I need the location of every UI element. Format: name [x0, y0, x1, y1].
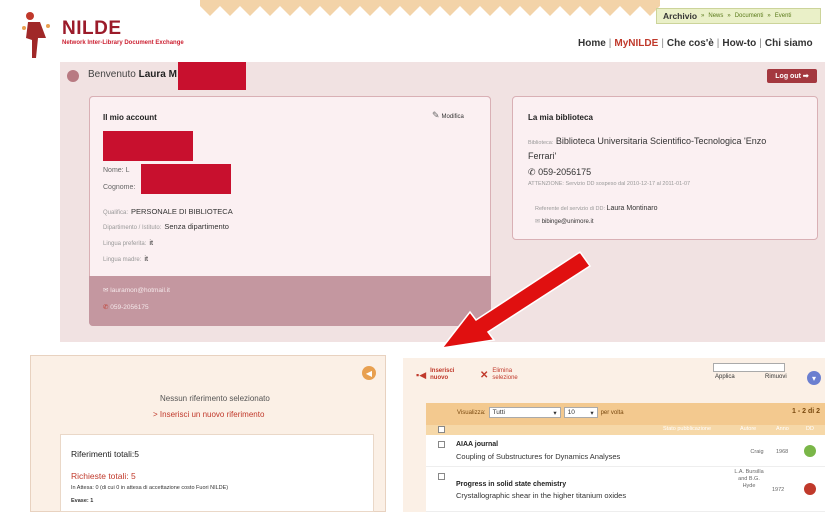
welcome-text: Benvenuto Laura M: [88, 69, 177, 80]
edit-pencil-icon: ✎: [432, 110, 440, 120]
delete-selection-button[interactable]: ✕ Elimina selezione: [480, 368, 518, 382]
table-row[interactable]: AIAA journal Coupling of Substructures f…: [426, 435, 825, 467]
apply-button[interactable]: Applica: [715, 374, 735, 380]
completed-requests: Evase: 1: [71, 498, 94, 504]
totals-box: Riferimenti totali:5 Richieste totali: 5…: [60, 434, 374, 512]
table-row[interactable]: Progress in solid state chemistry Crysta…: [426, 467, 825, 512]
redaction-block: [178, 62, 246, 90]
col-anno[interactable]: Anno: [776, 426, 789, 432]
account-title: Il mio account: [103, 113, 157, 122]
nav-home[interactable]: Home: [578, 38, 606, 49]
topnav-eventi[interactable]: Eventi: [775, 13, 792, 19]
select-all-checkbox[interactable]: [438, 426, 445, 433]
decorative-zigzag: [200, 0, 660, 16]
account-email: ✉ lauramon@hotmail.it: [103, 287, 170, 294]
insert-reference-link[interactable]: > Inserisci un nuovo riferimento: [153, 410, 264, 419]
nav-how-to[interactable]: How-to: [722, 38, 756, 49]
logo-figure-icon: [22, 12, 50, 58]
library-attention: ATTENZIONE: Servizio DD sospeso dal 2010…: [528, 181, 691, 187]
library-phone: ✆ 059-2056175: [528, 167, 592, 177]
cognome-row: Cognome:: [103, 184, 136, 191]
logo-title[interactable]: NILDE: [62, 18, 122, 40]
topnav-archivio[interactable]: Archivio: [663, 11, 697, 21]
topnav-news[interactable]: News: [708, 13, 723, 19]
row-checkbox[interactable]: [438, 441, 445, 448]
user-name: Laura M: [138, 69, 177, 80]
annotation-arrow-icon: [440, 250, 592, 350]
col-autore[interactable]: Autore: [740, 426, 756, 432]
table-header: Stato pubblicazione Autore Anno DD: [426, 425, 825, 435]
row-checkbox[interactable]: [438, 473, 445, 480]
no-selection-text: Nessun riferimento selezionato: [160, 394, 270, 403]
per-page-select[interactable]: 10 ▾: [563, 407, 598, 418]
nav-mynilde[interactable]: MyNILDE: [614, 38, 658, 49]
collapse-panel-icon[interactable]: ◀: [362, 366, 376, 380]
redaction-block: [141, 164, 231, 194]
edit-account-button[interactable]: ✎ Modifica: [432, 110, 464, 121]
view-select[interactable]: Tutti ▾: [488, 407, 561, 418]
lingua-preferita-row: Lingua preferita: it: [103, 238, 154, 247]
library-email: ✉ bibinge@unimore.it: [535, 219, 594, 225]
mail-icon: ✉: [103, 287, 109, 294]
remove-button[interactable]: Rimuovi: [765, 374, 787, 380]
topnav-documenti[interactable]: Documenti: [735, 13, 764, 19]
top-nav: Archivio » News » Documenti » Eventi: [656, 8, 821, 24]
dropdown-icon: ▾: [553, 409, 557, 417]
page-count: 1 - 2 di 2: [792, 408, 821, 415]
library-referente: Referente del servizio di DD: Laura Mont…: [535, 205, 658, 212]
insert-new-button[interactable]: ▪◀ Inserisci nuovo: [416, 368, 454, 382]
add-document-icon: ▪◀: [416, 369, 427, 380]
nav-chi-siamo[interactable]: Chi siamo: [765, 38, 813, 49]
lingua-madre-row: Lingua madre: it: [103, 254, 149, 263]
qualifica-row: Qualifica: PERSONALE DI BIBLIOTECA: [103, 207, 233, 216]
total-requests: Richieste totali: 5: [71, 471, 136, 481]
status-error-icon: [804, 483, 816, 495]
logout-button[interactable]: Log out ➡: [767, 69, 817, 83]
nav-che-cose[interactable]: Che cos'è: [667, 38, 714, 49]
action-select[interactable]: [713, 363, 785, 372]
status-ok-icon: [804, 445, 816, 457]
library-name: Biblioteca: Biblioteca Universitaria Sci…: [528, 136, 767, 146]
delete-x-icon: ✕: [480, 369, 489, 381]
logo-subtitle: Network Inter-Library Document Exchange: [62, 40, 184, 46]
col-stato[interactable]: Stato pubblicazione: [663, 426, 711, 432]
mail-icon: ✉: [535, 219, 541, 225]
dropdown-icon: ▾: [590, 409, 594, 417]
phone-icon: ✆: [103, 304, 109, 311]
collapse-icon[interactable]: [67, 70, 79, 82]
col-dd[interactable]: DD: [806, 426, 814, 432]
total-references: Riferimenti totali:5: [71, 449, 140, 459]
dipartimento-row: Dipartimento / Istituto: Senza dipartimen…: [103, 222, 229, 231]
library-title: La mia biblioteca: [528, 113, 593, 122]
expand-options-icon[interactable]: ▾: [807, 371, 821, 385]
redaction-block: [103, 131, 193, 161]
waiting-requests: In Attesa: 0 (di cui 0 in attesa di acce…: [71, 485, 229, 491]
phone-icon: ✆: [528, 167, 536, 177]
account-phone: ✆ 059-2056175: [103, 304, 149, 311]
site-header: NILDE Network Inter-Library Document Exc…: [0, 0, 825, 66]
main-nav: Home | MyNILDE | Che cos'è | How-to | Chi siamo: [578, 38, 813, 49]
nome-row: Nome: L: [103, 167, 130, 174]
view-filter: Visualizza: Tutti ▾ 10 ▾ per volta: [457, 407, 624, 418]
